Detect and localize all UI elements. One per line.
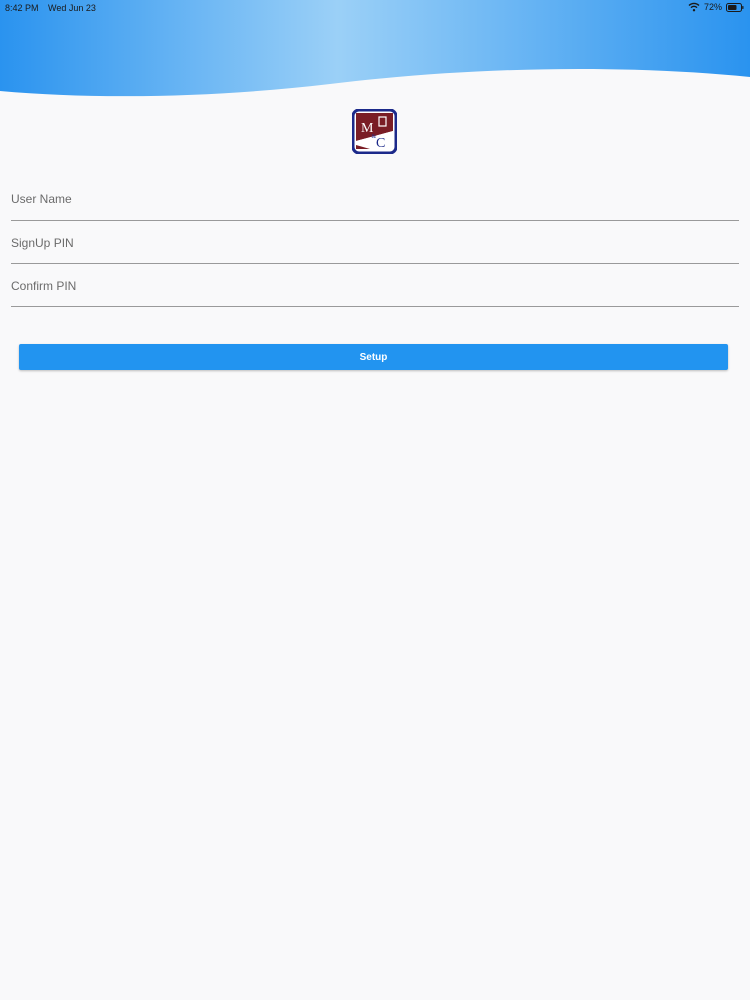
status-indicators: 72% (688, 2, 744, 12)
confirm-pin-field[interactable]: Confirm PIN (11, 264, 739, 307)
user-name-input[interactable] (11, 178, 739, 220)
confirm-pin-input[interactable] (11, 264, 739, 306)
user-name-field[interactable]: User Name (11, 178, 739, 221)
setup-button[interactable]: Setup (19, 344, 728, 370)
signup-pin-field[interactable]: SignUp PIN (11, 221, 739, 264)
status-time: 8:42 PM (5, 3, 39, 13)
battery-icon (726, 2, 744, 12)
battery-percentage: 72% (703, 2, 722, 12)
wifi-icon (688, 2, 700, 12)
app-logo: M & C (352, 109, 397, 154)
status-bar: 8:42 PM Wed Jun 23 72% (0, 0, 750, 16)
logo-letter-c: C (376, 136, 385, 151)
signup-pin-input[interactable] (11, 221, 739, 263)
status-date: Wed Jun 23 (48, 3, 96, 13)
